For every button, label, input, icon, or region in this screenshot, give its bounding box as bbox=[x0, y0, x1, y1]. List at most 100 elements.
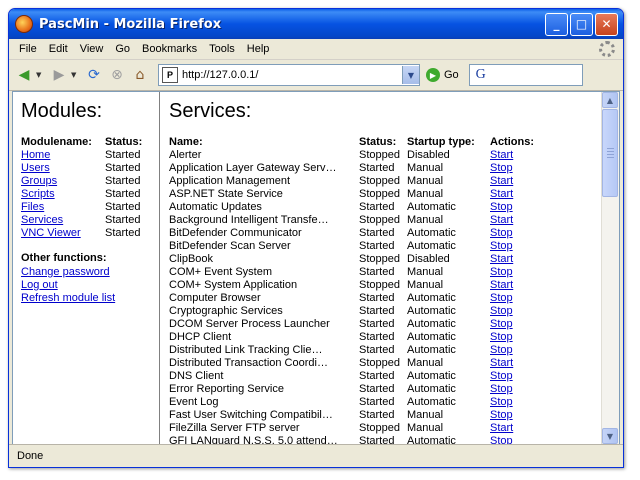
scroll-down-button[interactable]: ▼ bbox=[602, 428, 618, 444]
module-link[interactable]: Services bbox=[21, 214, 63, 226]
menu-help[interactable]: Help bbox=[241, 43, 276, 55]
url-history-dropdown-icon[interactable]: ▼ bbox=[402, 66, 419, 84]
go-button[interactable]: ▶ Go bbox=[426, 68, 459, 82]
title-bar[interactable]: PascMin - Mozilla Firefox _ □ ✕ bbox=[9, 9, 623, 39]
service-action-link[interactable]: Start bbox=[490, 357, 513, 369]
modules-heading: Modules: bbox=[21, 100, 103, 122]
service-startup-type: Automatic bbox=[407, 331, 456, 343]
service-action-link[interactable]: Stop bbox=[490, 292, 513, 304]
module-link[interactable]: Scripts bbox=[21, 188, 55, 200]
reload-button[interactable]: ⟳ bbox=[83, 64, 105, 86]
scroll-up-button[interactable]: ▲ bbox=[602, 92, 618, 108]
search-bar[interactable]: G bbox=[468, 64, 583, 86]
menu-file[interactable]: File bbox=[13, 43, 43, 55]
minimize-icon: _ bbox=[553, 17, 560, 31]
service-action-link[interactable]: Stop bbox=[490, 162, 513, 174]
service-name: Event Log bbox=[169, 396, 219, 408]
service-action-link[interactable]: Stop bbox=[490, 383, 513, 395]
service-action-link[interactable]: Start bbox=[490, 279, 513, 291]
service-action-link[interactable]: Stop bbox=[490, 305, 513, 317]
forward-arrow-icon: ▶ bbox=[53, 67, 65, 83]
service-action-link[interactable]: Start bbox=[490, 253, 513, 265]
service-startup-type: Manual bbox=[407, 279, 444, 291]
service-name: Cryptographic Services bbox=[169, 305, 283, 317]
menu-bookmarks[interactable]: Bookmarks bbox=[136, 43, 203, 55]
service-status: Stopped bbox=[359, 188, 400, 200]
col-modulename: Modulename: bbox=[21, 136, 92, 148]
module-link[interactable]: VNC Viewer bbox=[21, 227, 81, 239]
back-arrow-icon: ◀ bbox=[18, 67, 30, 83]
service-status: Stopped bbox=[359, 357, 400, 369]
close-button[interactable]: ✕ bbox=[595, 12, 618, 36]
back-button[interactable]: ◀ bbox=[13, 64, 35, 86]
service-name: ClipBook bbox=[169, 253, 214, 265]
service-status: Started bbox=[359, 240, 395, 252]
forward-button[interactable]: ▶ bbox=[48, 64, 70, 86]
services-table: Name: Status: Startup type: Actions: Ale… bbox=[169, 136, 540, 444]
service-action-link[interactable]: Stop bbox=[490, 266, 513, 278]
menu-view[interactable]: View bbox=[74, 43, 110, 55]
change-password-link[interactable]: Change password bbox=[21, 266, 110, 279]
menu-go[interactable]: Go bbox=[109, 43, 136, 55]
service-status: Stopped bbox=[359, 175, 400, 187]
url-text[interactable]: http://127.0.0.1/ bbox=[182, 69, 402, 81]
menu-bar: File Edit View Go Bookmarks Tools Help bbox=[9, 39, 623, 60]
service-action-link[interactable]: Stop bbox=[490, 344, 513, 356]
service-action-link[interactable]: Stop bbox=[490, 201, 513, 213]
maximize-button[interactable]: □ bbox=[570, 12, 593, 36]
service-action-link[interactable]: Stop bbox=[490, 409, 513, 421]
service-startup-type: Automatic bbox=[407, 435, 456, 444]
service-startup-type: Automatic bbox=[407, 201, 456, 213]
service-action-link[interactable]: Stop bbox=[490, 396, 513, 408]
service-row: Distributed Link Tracking Clie… Started Au… bbox=[169, 344, 540, 357]
refresh-module-list-link[interactable]: Refresh module list bbox=[21, 292, 115, 305]
service-startup-type: Manual bbox=[407, 188, 444, 200]
service-row: Cryptographic Services Started Automatic St… bbox=[169, 305, 540, 318]
service-name: Fast User Switching Compatibil… bbox=[169, 409, 333, 421]
module-row: VNC Viewer Started bbox=[21, 227, 155, 240]
status-bar: Done bbox=[9, 444, 623, 467]
search-engine-icon[interactable]: G bbox=[472, 67, 490, 83]
service-action-link[interactable]: Start bbox=[490, 188, 513, 200]
module-link[interactable]: Files bbox=[21, 201, 44, 213]
service-action-link[interactable]: Start bbox=[490, 422, 513, 434]
module-link[interactable]: Users bbox=[21, 162, 50, 174]
url-bar[interactable]: P http://127.0.0.1/ ▼ bbox=[158, 64, 420, 86]
service-startup-type: Manual bbox=[407, 162, 444, 174]
services-frame: Services: Name: Status: Startup type: Ac… bbox=[161, 92, 602, 444]
window-title: PascMin - Mozilla Firefox bbox=[39, 16, 222, 32]
minimize-button[interactable]: _ bbox=[545, 12, 568, 36]
service-action-link[interactable]: Start bbox=[490, 175, 513, 187]
scroll-thumb[interactable] bbox=[602, 109, 618, 197]
log-out-link[interactable]: Log out bbox=[21, 279, 58, 292]
module-link[interactable]: Groups bbox=[21, 175, 57, 187]
service-row: GFI LANguard N.S.S. 5.0 attend… Started Au… bbox=[169, 435, 540, 444]
go-label: Go bbox=[444, 69, 459, 81]
service-startup-type: Automatic bbox=[407, 227, 456, 239]
service-action-link[interactable]: Stop bbox=[490, 318, 513, 330]
service-action-link[interactable]: Stop bbox=[490, 331, 513, 343]
col-actions: Actions: bbox=[490, 136, 534, 148]
menu-tools[interactable]: Tools bbox=[203, 43, 241, 55]
service-status: Started bbox=[359, 162, 395, 174]
throbber-icon bbox=[599, 41, 615, 57]
service-row: BitDefender Scan Server Started Automatic S… bbox=[169, 240, 540, 253]
back-dropdown-icon[interactable]: ▼ bbox=[36, 71, 44, 79]
service-startup-type: Automatic bbox=[407, 292, 456, 304]
service-action-link[interactable]: Stop bbox=[490, 435, 513, 444]
service-action-link[interactable]: Stop bbox=[490, 370, 513, 382]
forward-dropdown-icon[interactable]: ▼ bbox=[71, 71, 79, 79]
module-link[interactable]: Home bbox=[21, 149, 50, 161]
service-row: DHCP Client Started Automatic Stop bbox=[169, 331, 540, 344]
service-action-link[interactable]: Start bbox=[490, 214, 513, 226]
stop-button[interactable]: ⊗ bbox=[106, 64, 128, 86]
service-action-link[interactable]: Start bbox=[490, 149, 513, 161]
service-name: Distributed Link Tracking Clie… bbox=[169, 344, 323, 356]
service-name: Error Reporting Service bbox=[169, 383, 284, 395]
service-action-link[interactable]: Stop bbox=[490, 240, 513, 252]
service-action-link[interactable]: Stop bbox=[490, 227, 513, 239]
menu-edit[interactable]: Edit bbox=[43, 43, 74, 55]
service-startup-type: Automatic bbox=[407, 396, 456, 408]
vertical-scrollbar[interactable]: ▲ ▼ bbox=[601, 92, 619, 444]
home-button[interactable]: ⌂ bbox=[129, 64, 151, 86]
